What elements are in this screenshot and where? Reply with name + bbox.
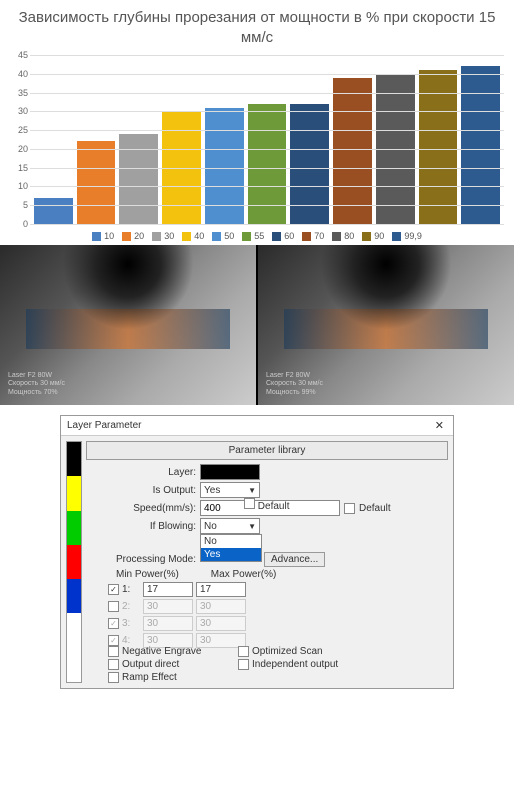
power-row: 3:3030 [86,616,448,631]
chevron-down-icon: ▼ [248,486,256,495]
chart-title: Зависимость глубины прорезания от мощнос… [10,8,504,47]
legend-item: 30 [152,231,174,241]
output-direct-checkbox[interactable] [108,659,119,670]
max-power-input[interactable]: 17 [196,582,246,597]
legend-item: 10 [92,231,114,241]
processing-mode-label: Processing Mode: [86,554,196,565]
power-default-label: Default [258,501,290,512]
is-output-select[interactable]: Yes ▼ [200,482,260,498]
dialog-container: Layer Parameter ✕ Parameter library Laye… [0,405,514,699]
power-row-checkbox[interactable] [108,584,119,595]
speed-default-label: Default [359,503,391,514]
color-cell[interactable] [67,442,81,476]
chart-bar [333,78,372,224]
chevron-down-icon: ▼ [248,522,256,531]
color-cell[interactable] [67,545,81,579]
chart-plot-area: 051015202530354045 [30,55,504,225]
dialog-title: Layer Parameter [67,420,141,431]
min-power-input: 30 [143,616,193,631]
chart-bar [77,141,116,224]
independent-output-checkbox[interactable] [238,659,249,670]
color-cell[interactable] [67,613,81,647]
power-row-checkbox[interactable] [108,635,119,646]
optimized-scan-checkbox[interactable] [238,646,249,657]
layer-label: Layer: [86,467,196,478]
advance-button[interactable]: Advance... [264,552,325,567]
power-row-checkbox[interactable] [108,601,119,612]
chart-bar [461,66,500,224]
if-blowing-dropdown[interactable]: No Yes [200,534,262,562]
dialog-titlebar[interactable]: Layer Parameter ✕ [61,416,453,436]
legend-item: 55 [242,231,264,241]
color-cell[interactable] [67,511,81,545]
min-power-input: 30 [143,599,193,614]
max-power-input: 30 [196,616,246,631]
negative-engrave-checkbox[interactable] [108,646,119,657]
photo-left-caption: Laser F2 80W Скорость 30 мм/с Мощность 7… [8,372,65,397]
dropdown-option-yes[interactable]: Yes [201,548,261,561]
legend-item: 40 [182,231,204,241]
legend-item: 80 [332,231,354,241]
min-power-input[interactable]: 17 [143,582,193,597]
chart-legend: 10 20 30 40 50 55 60 70 80 90 99,9 [10,231,504,241]
legend-item: 70 [302,231,324,241]
speed-default-checkbox[interactable] [344,503,355,514]
if-blowing-label: If Blowing: [86,521,196,532]
ramp-effect-checkbox[interactable] [108,672,119,683]
max-power-input: 30 [196,599,246,614]
close-icon[interactable]: ✕ [432,419,447,432]
legend-item: 60 [272,231,294,241]
legend-item: 20 [122,231,144,241]
chart-bars [30,55,504,224]
power-row: 2:3030 [86,599,448,614]
min-power-header: Min Power(%) [116,569,179,580]
power-default-checkbox[interactable] [244,498,255,509]
color-cell[interactable] [67,476,81,510]
chart-bar [34,198,73,224]
layer-parameter-dialog: Layer Parameter ✕ Parameter library Laye… [60,415,454,689]
parameter-library-button[interactable]: Parameter library [86,441,448,460]
photo-right: Laser F2 80W Скорость 30 мм/с Мощность 9… [258,245,514,405]
if-blowing-select[interactable]: No ▼ No Yes [200,518,260,534]
color-cell[interactable] [67,648,81,682]
photo-row: Laser F2 80W Скорость 30 мм/с Мощность 7… [0,245,514,405]
power-row-checkbox[interactable] [108,618,119,629]
color-cell[interactable] [67,579,81,613]
photo-right-caption: Laser F2 80W Скорость 30 мм/с Мощность 9… [266,372,323,397]
layer-color-swatch[interactable] [200,464,260,480]
chart-section: Зависимость глубины прорезания от мощнос… [0,0,514,245]
chart-bar [205,108,244,224]
legend-item: 50 [212,231,234,241]
legend-item: 99,9 [392,231,422,241]
photo-left: Laser F2 80W Скорость 30 мм/с Мощность 7… [0,245,256,405]
color-column[interactable] [66,441,82,683]
speed-label: Speed(mm/s): [86,503,196,514]
is-output-label: Is Output: [86,485,196,496]
legend-item: 90 [362,231,384,241]
chart-bar [119,134,158,224]
dropdown-option-no[interactable]: No [201,535,261,548]
